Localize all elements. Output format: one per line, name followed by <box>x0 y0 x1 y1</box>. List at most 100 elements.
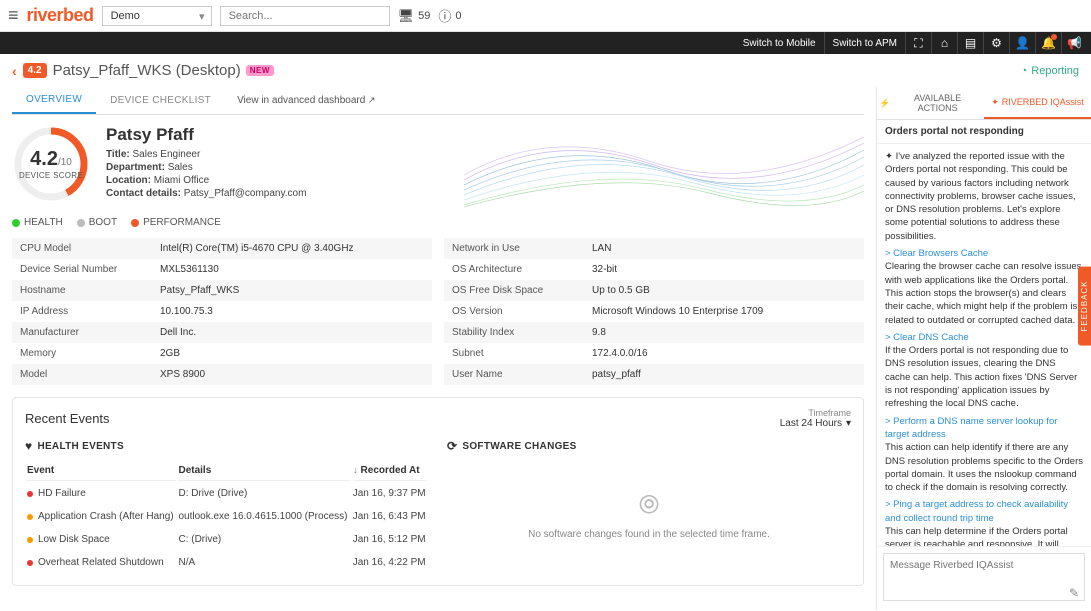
pill-boot[interactable]: BOOT <box>77 217 117 228</box>
spec-val: LAN <box>592 243 611 254</box>
spec-key: Stability Index <box>452 327 592 338</box>
spec-col-left: CPU ModelIntel(R) Core(TM) i5-4670 CPU @… <box>12 238 432 385</box>
bolt-icon: ⚡ <box>879 98 890 109</box>
fullscreen-icon[interactable]: ⛶ <box>905 32 931 54</box>
tab-overview[interactable]: OVERVIEW <box>12 87 96 114</box>
event-name: Application Crash (After Hang) <box>38 511 174 522</box>
advanced-dashboard-link[interactable]: View in advanced dashboard <box>237 95 375 106</box>
bookmark-icon[interactable]: ▤ <box>957 32 983 54</box>
sound-icon[interactable]: 📢 <box>1061 32 1087 54</box>
table-row[interactable]: Overheat Related ShutdownN/AJan 16, 4:22… <box>27 552 427 573</box>
metric-pills: HEALTH BOOT PERFORMANCE <box>12 213 864 238</box>
tab-iqassist[interactable]: ✦RIVERBED IQAssist <box>984 87 1091 119</box>
sparkle-icon: ✦ <box>991 97 999 108</box>
timeframe-selector[interactable]: Timeframe Last 24 Hours▾ <box>780 408 851 429</box>
spec-key: Subnet <box>452 348 592 359</box>
spec-row: Memory2GB <box>12 343 432 364</box>
breadcrumb-row: ‹ 4.2 Patsy_Pfaff_WKS (Desktop) NEW ◔Rep… <box>0 54 1091 87</box>
col-details[interactable]: Details <box>178 461 350 481</box>
heartbeat-icon: ♥ <box>25 439 32 453</box>
severity-dot <box>27 537 33 543</box>
severity-dot <box>27 560 33 566</box>
software-empty-text: No software changes found in the selecte… <box>447 529 851 540</box>
iqassist-input[interactable] <box>883 553 1085 601</box>
home-icon[interactable]: ⌂ <box>931 32 957 54</box>
spec-val: 10.100.75.3 <box>160 306 213 317</box>
timeframe-value: Last 24 Hours <box>780 418 842 429</box>
event-details: outlook.exe 16.0.4615.1000 (Process) <box>178 506 350 527</box>
pill-performance[interactable]: PERFORMANCE <box>131 217 221 228</box>
chat-body: ✦ I've analyzed the reported issue with … <box>877 144 1091 546</box>
table-row[interactable]: HD FailureD: Drive (Drive)Jan 16, 9:37 P… <box>27 483 427 504</box>
spec-val: patsy_pfaff <box>592 369 641 380</box>
event-name: Low Disk Space <box>38 534 110 545</box>
action-clear-cache[interactable]: > Clear Browsers Cache <box>885 247 1083 260</box>
device-score-donut: 4.2/10 DEVICE SCORE <box>12 125 90 203</box>
screens-counter[interactable]: 🖥59 <box>398 8 431 24</box>
donut-label: DEVICE SCORE <box>19 171 83 180</box>
spec-val: Patsy_Pfaff_WKS <box>160 285 239 296</box>
spec-row: Network in UseLAN <box>444 238 864 259</box>
tab-available-actions[interactable]: ⚡AVAILABLE ACTIONS <box>877 87 984 119</box>
profile-contact-val: Patsy_Pfaff@company.com <box>184 188 307 199</box>
donut-score: 4.2 <box>30 148 58 170</box>
timeframe-label: Timeframe <box>780 408 851 418</box>
profile-title-key: Title: <box>106 149 130 160</box>
send-icon[interactable]: ✎ <box>1069 586 1079 600</box>
env-selector-value: Demo <box>111 10 140 22</box>
switch-mobile-link[interactable]: Switch to Mobile <box>735 32 824 54</box>
table-row[interactable]: Application Crash (After Hang) outlook.ex… <box>27 506 427 527</box>
spec-key: Network in Use <box>452 243 592 254</box>
spec-row: Stability Index9.8 <box>444 322 864 343</box>
event-details: C: (Drive) <box>178 529 350 550</box>
reporting-link[interactable]: ◔Reporting <box>1021 65 1079 77</box>
hamburger-icon[interactable]: ≡ <box>8 5 19 26</box>
action-nslookup[interactable]: > Perform a DNS name server lookup for t… <box>885 415 1083 442</box>
tab-iq-label: RIVERBED IQAssist <box>1002 97 1084 107</box>
feedback-tab[interactable]: FEEDBACK <box>1078 266 1091 345</box>
tab-checklist[interactable]: DEVICE CHECKLIST <box>96 88 225 113</box>
gear-icon[interactable]: ⚙ <box>983 32 1009 54</box>
tab-actions-label: AVAILABLE ACTIONS <box>893 93 982 113</box>
health-events-table: Event Details Recorded At HD FailureD: D… <box>25 459 429 575</box>
table-row[interactable]: Low Disk Space C: (Drive)Jan 16, 5:12 PM <box>27 529 427 550</box>
recent-events-panel: Recent Events Timeframe Last 24 Hours▾ ♥… <box>12 397 864 586</box>
wave-art <box>464 115 864 225</box>
pill-health-label: HEALTH <box>24 217 63 228</box>
spec-key: Manufacturer <box>20 327 160 338</box>
profile-contact-key: Contact details: <box>106 188 181 199</box>
spec-val: Microsoft Windows 10 Enterprise 1709 <box>592 306 763 317</box>
page-title: Patsy_Pfaff_WKS (Desktop) <box>53 62 241 79</box>
refresh-icon: ⟳ <box>447 439 457 453</box>
col-event[interactable]: Event <box>27 461 176 481</box>
spec-val: XPS 8900 <box>160 369 205 380</box>
user-icon[interactable]: 👤 <box>1009 32 1035 54</box>
spec-col-right: Network in UseLANOS Architecture32-bitOS… <box>444 238 864 385</box>
reporting-icon: ◔ <box>1021 65 1028 77</box>
spec-row: CPU ModelIntel(R) Core(TM) i5-4670 CPU @… <box>12 238 432 259</box>
pill-health[interactable]: HEALTH <box>12 217 63 228</box>
screens-count: 59 <box>418 10 430 22</box>
event-time: Jan 16, 5:12 PM <box>353 529 427 550</box>
monitor-icon: 🖥 <box>398 8 415 24</box>
sparkle-icon: ✦ <box>885 151 896 162</box>
event-name: HD Failure <box>38 488 86 499</box>
action-clear-dns[interactable]: > Clear DNS Cache <box>885 331 1083 344</box>
dot-green <box>12 219 20 227</box>
spec-val: 32-bit <box>592 264 617 275</box>
col-recorded[interactable]: Recorded At <box>353 461 427 481</box>
specs-grid: CPU ModelIntel(R) Core(TM) i5-4670 CPU @… <box>12 238 864 385</box>
spec-key: User Name <box>452 369 592 380</box>
env-selector[interactable]: Demo <box>102 6 212 26</box>
action-ping[interactable]: > Ping a target address to check availab… <box>885 498 1083 525</box>
bell-icon[interactable]: 🔔 <box>1035 32 1061 54</box>
info-counter[interactable]: ⓘ0 <box>438 6 461 25</box>
spec-key: IP Address <box>20 306 160 317</box>
severity-dot <box>27 514 33 520</box>
search-input[interactable] <box>220 6 390 26</box>
back-button[interactable]: ‹ <box>12 63 17 79</box>
spec-row: ModelXPS 8900 <box>12 364 432 385</box>
event-time: Jan 16, 9:37 PM <box>353 483 427 504</box>
search-empty-icon: ⦾ <box>447 489 851 521</box>
switch-apm-link[interactable]: Switch to APM <box>824 32 905 54</box>
